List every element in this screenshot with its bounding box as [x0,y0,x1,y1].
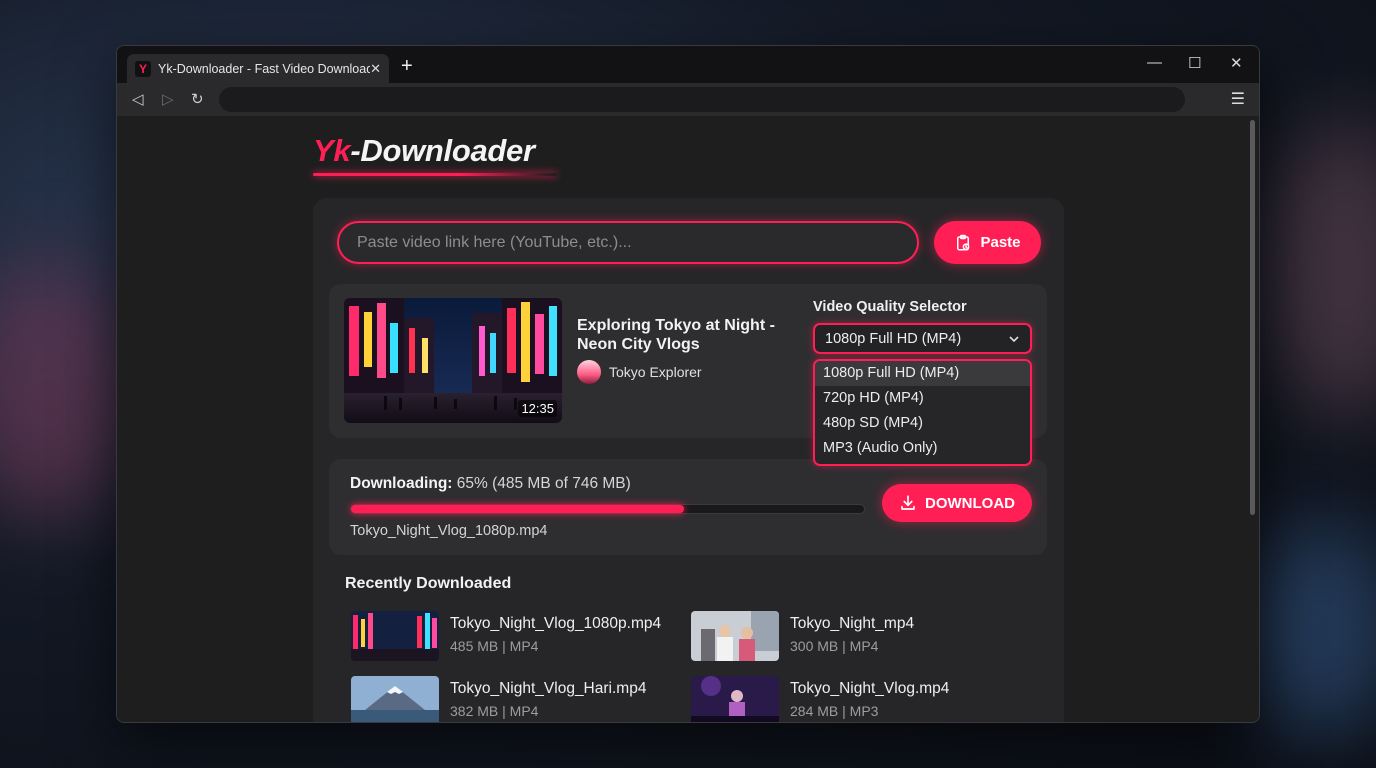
recent-file-meta: 300 MB | MP4 [790,638,879,654]
close-window-button[interactable]: ✕ [1230,54,1243,72]
quality-option[interactable]: MP3 (Audio Only) [815,436,1030,461]
video-duration: 12:35 [518,400,557,417]
paste-label: Paste [980,234,1021,251]
brand-suffix: -Downloader [350,133,535,168]
download-status-label: Downloading: [350,475,453,492]
recent-file-name: Tokyo_Night_Vlog_Hari.mp4 [450,680,647,697]
channel-info[interactable]: Tokyo Explorer [577,360,702,384]
background-blur [1240,520,1376,740]
concert-image [691,676,779,722]
reload-button[interactable]: ↻ [191,90,204,108]
channel-avatar [577,360,601,384]
title-bar: Y Yk-Downloader - Fast Video Downloader … [117,46,1259,83]
video-thumbnail[interactable]: 12:35 [344,298,562,423]
recent-file-name: Tokyo_Night_Vlog_1080p.mp4 [450,615,662,632]
download-progress-card: Downloading: 65% (485 MB of 746 MB) Toky… [329,459,1047,555]
new-tab-button[interactable]: + [401,56,413,76]
maximize-button[interactable]: ☐ [1188,54,1201,72]
browser-tab[interactable]: Y Yk-Downloader - Fast Video Downloader … [127,54,389,83]
recent-downloads-heading: Recently Downloaded [345,575,512,592]
main-panel: Paste video link here (YouTube, etc.)...… [313,198,1064,722]
minimize-button[interactable]: — [1147,54,1162,71]
tab-title: Yk-Downloader - Fast Video Downloader [158,61,371,76]
navigation-bar: ◁ ▷ ↻ ☰ [117,83,1259,116]
background-blur [1270,120,1376,420]
scrollbar[interactable] [1250,120,1255,515]
brand-logo: Yk-Downloader [313,133,535,169]
download-status: Downloading: 65% (485 MB of 746 MB) [350,475,631,493]
download-button[interactable]: DOWNLOAD [882,484,1032,522]
quality-selector-label: Video Quality Selector [813,299,967,315]
mount-fuji-image [351,676,439,722]
forward-button[interactable]: ▷ [162,90,174,108]
recent-item[interactable]: Tokyo_Night_mp4 300 MB | MP4 [691,611,991,663]
video-title: Exploring Tokyo at Night - Neon City Vlo… [577,317,775,353]
quality-dropdown-list: 1080p Full HD (MP4) 720p HD (MP4) 480p S… [813,359,1032,466]
recent-thumbnail [351,676,439,722]
recent-thumbnail [691,611,779,661]
download-icon [901,495,915,510]
recent-thumbnail [691,676,779,722]
quality-select[interactable]: 1080p Full HD (MP4) [813,323,1032,354]
channel-name: Tokyo Explorer [609,364,702,380]
quality-option[interactable]: 480p SD (MP4) [815,411,1030,436]
recent-item[interactable]: Tokyo_Night_Vlog_Hari.mp4 382 MB | MP4 [351,676,651,722]
clipboard-icon [957,234,970,250]
tab-close-icon[interactable]: ✕ [370,61,381,77]
chevron-down-icon [1009,335,1019,342]
quality-option[interactable]: 720p HD (MP4) [815,386,1030,411]
paste-button[interactable]: Paste [934,221,1041,264]
browser-window: Y Yk-Downloader - Fast Video Downloader … [116,45,1260,723]
progress-bar [350,504,865,514]
quality-option[interactable]: 1080p Full HD (MP4) [815,361,1030,386]
address-bar[interactable] [219,87,1185,112]
recent-item[interactable]: Tokyo_Night_Vlog.mp4 284 MB | MP3 [691,676,991,722]
back-button[interactable]: ◁ [132,90,144,108]
recent-item[interactable]: Tokyo_Night_Vlog_1080p.mp4 485 MB | MP4 [351,611,661,663]
download-button-label: DOWNLOAD [925,494,1015,512]
yk-logo-icon: Y [135,60,151,77]
download-status-detail: 65% (485 MB of 746 MB) [456,475,631,492]
recent-thumbnail [351,611,439,661]
brand-underline [313,173,557,176]
quality-selected-value: 1080p Full HD (MP4) [825,330,962,347]
recent-file-meta: 382 MB | MP4 [450,703,539,719]
browser-menu-button[interactable]: ☰ [1231,89,1245,109]
recent-file-meta: 284 MB | MP3 [790,703,879,719]
progress-fill [351,505,685,513]
download-file-name: Tokyo_Night_Vlog_1080p.mp4 [350,523,548,539]
brand-prefix: Yk [313,133,351,168]
recent-file-name: Tokyo_Night_Vlog.mp4 [790,680,950,697]
people-street-image [691,611,779,661]
video-url-input[interactable] [337,221,919,264]
recent-file-meta: 485 MB | MP4 [450,638,539,654]
neon-street-image [351,611,439,661]
recent-file-name: Tokyo_Night_mp4 [790,615,915,632]
page-content: Yk-Downloader Paste video link here (You… [117,116,1259,722]
